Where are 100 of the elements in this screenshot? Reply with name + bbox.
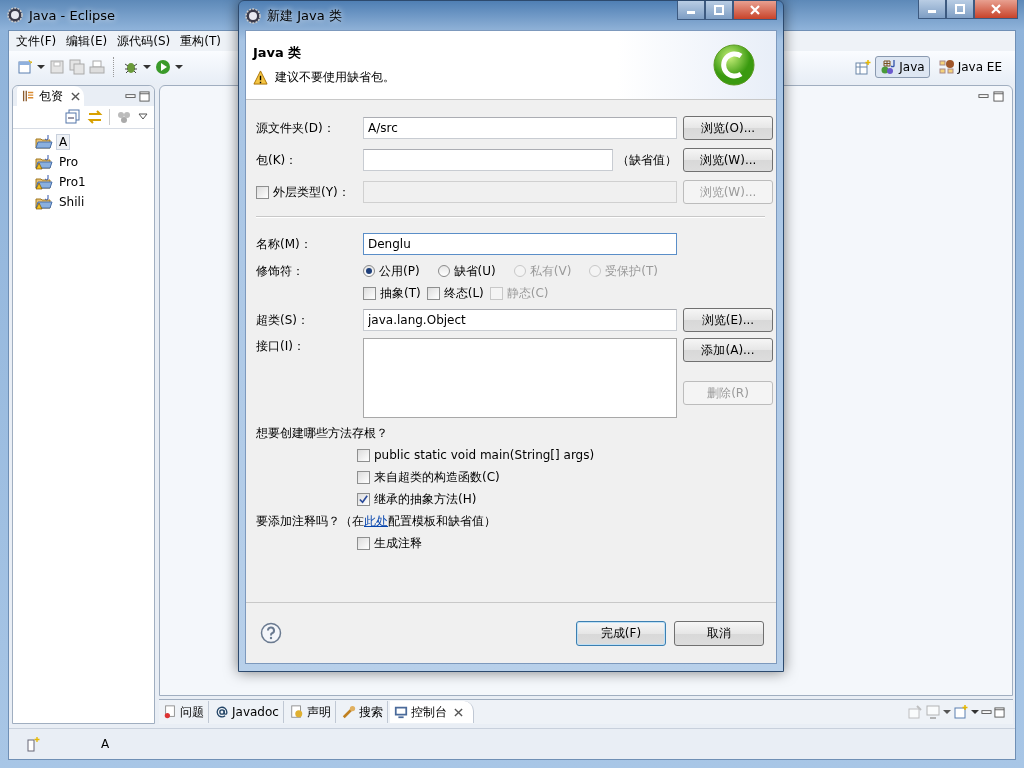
problems-icon (163, 705, 177, 719)
browse-button[interactable]: 浏览(W)... (683, 148, 773, 172)
menu-item[interactable]: 源代码(S) (112, 32, 176, 50)
checkbox-label: public static void main(String[] args) (374, 448, 595, 462)
maximize-icon (955, 4, 965, 14)
help-icon[interactable] (260, 622, 282, 644)
print-icon[interactable] (89, 59, 105, 75)
view-tab[interactable]: 控制台 (389, 701, 474, 723)
perspective-tab[interactable]: Java EE (933, 56, 1007, 78)
open-perspective-icon[interactable] (855, 59, 872, 75)
checkbox[interactable] (426, 286, 440, 300)
add-button[interactable]: 添加(A)... (683, 338, 773, 362)
field-label: 源文件夹(D)： (256, 119, 336, 137)
project-item[interactable]: Pro1 (56, 174, 89, 190)
radio-label: 公用(P) (379, 262, 420, 280)
close-button[interactable] (974, 0, 1018, 19)
view-tab[interactable]: Javadoc (211, 701, 284, 723)
radio-label: 缺省(U) (453, 262, 496, 280)
window-title: Java - Eclipse (29, 7, 116, 23)
dropdown-caret-icon[interactable] (37, 63, 45, 71)
dropdown-caret-icon[interactable] (971, 708, 979, 716)
comments-question: 要添加注释吗？（在此处配置模板和缺省值） (256, 513, 497, 530)
maximize-icon[interactable] (994, 706, 1005, 718)
field-label: 超类(S)： (256, 311, 310, 329)
close-icon (991, 4, 1001, 14)
project-item[interactable]: Shili (56, 194, 88, 210)
coffee-bean-icon (938, 59, 955, 75)
warning-icon (253, 70, 268, 85)
project-item[interactable]: A (56, 134, 71, 150)
close-icon[interactable] (71, 91, 80, 101)
checkbox-label: 抽象(T) (380, 284, 421, 302)
view-tab[interactable]: 问题 (159, 701, 209, 723)
class-badge-icon (712, 43, 756, 87)
checkbox[interactable] (357, 536, 370, 550)
view-tab[interactable]: 搜索 (337, 701, 388, 723)
perspective-tab[interactable]: Java (875, 56, 930, 78)
dialog-title: 新建 Java 类 (267, 6, 342, 25)
cancel-button[interactable]: 取消 (674, 620, 764, 646)
templates-link[interactable]: 此处 (364, 514, 388, 528)
collapse-all-icon[interactable] (65, 109, 81, 125)
field-label: 包(K)： (256, 151, 299, 169)
dropdown-caret-icon[interactable] (175, 63, 183, 71)
view-tab[interactable]: 声明 (285, 701, 336, 723)
close-icon[interactable] (453, 707, 463, 717)
name-field[interactable]: Denglu (363, 233, 677, 255)
radio-label: 受保护(T) (605, 262, 659, 280)
package-explorer-icon (21, 89, 35, 103)
maximize-icon[interactable] (993, 90, 1004, 102)
checkbox[interactable] (363, 286, 376, 300)
checkbox-label: 静态(C) (506, 284, 549, 302)
radio-label: 私有(V) (529, 262, 572, 280)
menu-item[interactable]: 重构(T) (175, 32, 226, 50)
link-arrows-icon[interactable] (87, 109, 103, 125)
maximize-icon[interactable] (139, 90, 150, 102)
menu-item[interactable]: 文件(F) (11, 32, 62, 50)
menu-item[interactable]: 编辑(E) (61, 32, 113, 50)
dialog-heading: Java 类 (253, 44, 303, 62)
package-field[interactable] (363, 149, 613, 171)
maximize-icon (714, 5, 724, 15)
checkbox[interactable] (357, 470, 370, 484)
flashlight-icon (341, 705, 356, 719)
interfaces-list[interactable] (363, 338, 677, 418)
declaration-icon (289, 705, 304, 719)
checkbox-label: 外层类型(Y)： (273, 183, 350, 201)
at-sign-icon (215, 705, 229, 719)
field-label: 接口(I)： (256, 338, 306, 355)
dropdown-caret-icon[interactable] (943, 708, 951, 716)
fast-view-icon[interactable] (25, 736, 41, 752)
browse-button[interactable]: 浏览(O)... (683, 116, 773, 140)
package-explorer-tab[interactable]: 包资 (17, 86, 84, 106)
radio-button[interactable] (437, 265, 450, 277)
finish-button[interactable]: 完成(F) (576, 620, 666, 646)
default-hint: （缺省值） (617, 151, 677, 169)
source-folder-field[interactable]: A/src (363, 117, 677, 139)
close-button[interactable] (733, 1, 777, 20)
project-item[interactable]: Pro (56, 154, 82, 170)
superclass-field[interactable]: java.lang.Object (363, 309, 677, 331)
warning-message: 建议不要使用缺省包。 (275, 69, 395, 86)
save-all-icon[interactable] (69, 59, 85, 75)
java-perspective-icon (880, 59, 897, 75)
checkbox[interactable] (357, 448, 370, 462)
status-text: A (101, 737, 110, 751)
run-icon[interactable] (155, 59, 171, 75)
eclipse-logo-icon (245, 7, 261, 24)
minimize-button[interactable] (677, 1, 705, 20)
maximize-button[interactable] (946, 0, 974, 19)
minimize-button[interactable] (918, 0, 946, 19)
checkbox[interactable] (357, 492, 370, 506)
dropdown-caret-icon[interactable] (143, 63, 151, 71)
checkbox-label: 继承的抽象方法(H) (374, 490, 477, 508)
circles-icon[interactable] (116, 109, 132, 125)
console-icon (393, 705, 408, 719)
checkbox-label: 来自超类的构造函数(C) (374, 468, 500, 486)
view-menu-icon[interactable] (138, 113, 148, 121)
maximize-button[interactable] (705, 1, 733, 20)
field-label: 修饰符： (256, 262, 305, 280)
checkbox-label: 终态(L) (443, 284, 484, 302)
radio-button[interactable] (363, 265, 375, 277)
stubs-question: 想要创建哪些方法存根？ (256, 425, 389, 442)
browse-button[interactable]: 浏览(E)... (683, 308, 773, 332)
